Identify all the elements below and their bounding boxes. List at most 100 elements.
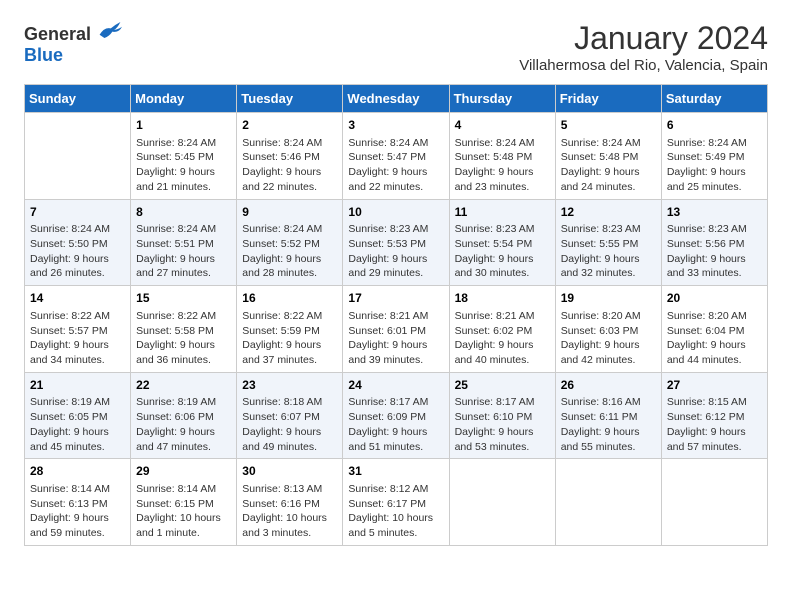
header-day-monday: Monday <box>131 85 237 113</box>
day-info: Sunrise: 8:19 AM Sunset: 6:05 PM Dayligh… <box>30 395 125 454</box>
day-info: Sunrise: 8:21 AM Sunset: 6:01 PM Dayligh… <box>348 309 443 368</box>
day-info: Sunrise: 8:20 AM Sunset: 6:03 PM Dayligh… <box>561 309 656 368</box>
calendar-cell <box>25 113 131 200</box>
day-number: 21 <box>30 377 125 394</box>
day-number: 14 <box>30 290 125 307</box>
calendar-cell: 2 Sunrise: 8:24 AM Sunset: 5:46 PM Daylig… <box>237 113 343 200</box>
week-row-5: 28 Sunrise: 8:14 AM Sunset: 6:13 PM Dayli… <box>25 459 768 546</box>
day-number: 15 <box>136 290 231 307</box>
day-info: Sunrise: 8:19 AM Sunset: 6:06 PM Dayligh… <box>136 395 231 454</box>
calendar-cell: 8Sunrise: 8:24 AM Sunset: 5:51 PM Daylig… <box>131 199 237 286</box>
day-info: Sunrise: 8:16 AM Sunset: 6:11 PM Dayligh… <box>561 395 656 454</box>
calendar-cell: 26Sunrise: 8:16 AM Sunset: 6:11 PM Dayli… <box>555 372 661 459</box>
day-number: 1 <box>136 117 231 134</box>
day-info: Sunrise: 8:15 AM Sunset: 6:12 PM Dayligh… <box>667 395 762 454</box>
calendar-cell: 16 Sunrise: 8:22 AM Sunset: 5:59 PM Dayli… <box>237 286 343 373</box>
calendar-cell: 12Sunrise: 8:23 AM Sunset: 5:55 PM Dayli… <box>555 199 661 286</box>
day-info: Sunrise: 8:14 AM Sunset: 6:13 PM Dayligh… <box>30 482 125 541</box>
day-info: Sunrise: 8:22 AM Sunset: 5:58 PM Dayligh… <box>136 309 231 368</box>
day-info: Sunrise: 8:24 AM Sunset: 5:49 PM Dayligh… <box>667 136 762 195</box>
day-info: Sunrise: 8:23 AM Sunset: 5:54 PM Dayligh… <box>455 222 550 281</box>
day-number: 10 <box>348 204 443 221</box>
header-row: SundayMondayTuesdayWednesdayThursdayFrid… <box>25 85 768 113</box>
calendar-cell: 25Sunrise: 8:17 AM Sunset: 6:10 PM Dayli… <box>449 372 555 459</box>
day-number: 2 <box>242 117 337 134</box>
header-day-friday: Friday <box>555 85 661 113</box>
day-number: 6 <box>667 117 762 134</box>
calendar-cell: 24Sunrise: 8:17 AM Sunset: 6:09 PM Dayli… <box>343 372 449 459</box>
day-number: 24 <box>348 377 443 394</box>
day-number: 16 <box>242 290 337 307</box>
week-row-2: 7Sunrise: 8:24 AM Sunset: 5:50 PM Daylig… <box>25 199 768 286</box>
day-info: Sunrise: 8:24 AM Sunset: 5:47 PM Dayligh… <box>348 136 443 195</box>
header-day-tuesday: Tuesday <box>237 85 343 113</box>
day-info: Sunrise: 8:14 AM Sunset: 6:15 PM Dayligh… <box>136 482 231 541</box>
day-info: Sunrise: 8:18 AM Sunset: 6:07 PM Dayligh… <box>242 395 337 454</box>
calendar-cell: 19 Sunrise: 8:20 AM Sunset: 6:03 PM Dayli… <box>555 286 661 373</box>
calendar-cell: 17 Sunrise: 8:21 AM Sunset: 6:01 PM Dayli… <box>343 286 449 373</box>
day-info: Sunrise: 8:23 AM Sunset: 5:55 PM Dayligh… <box>561 222 656 281</box>
calendar-cell: 21Sunrise: 8:19 AM Sunset: 6:05 PM Dayli… <box>25 372 131 459</box>
calendar-cell: 4 Sunrise: 8:24 AM Sunset: 5:48 PM Daylig… <box>449 113 555 200</box>
logo: General Blue <box>24 20 122 66</box>
day-number: 9 <box>242 204 337 221</box>
day-info: Sunrise: 8:24 AM Sunset: 5:46 PM Dayligh… <box>242 136 337 195</box>
day-info: Sunrise: 8:21 AM Sunset: 6:02 PM Dayligh… <box>455 309 550 368</box>
calendar-title: January 2024 <box>519 20 768 57</box>
week-row-4: 21Sunrise: 8:19 AM Sunset: 6:05 PM Dayli… <box>25 372 768 459</box>
day-number: 13 <box>667 204 762 221</box>
day-number: 28 <box>30 463 125 480</box>
calendar-cell: 11Sunrise: 8:23 AM Sunset: 5:54 PM Dayli… <box>449 199 555 286</box>
day-number: 17 <box>348 290 443 307</box>
day-info: Sunrise: 8:17 AM Sunset: 6:09 PM Dayligh… <box>348 395 443 454</box>
day-number: 22 <box>136 377 231 394</box>
day-number: 3 <box>348 117 443 134</box>
logo-blue: Blue <box>24 45 63 65</box>
logo-general: General <box>24 24 91 44</box>
day-number: 23 <box>242 377 337 394</box>
logo-bird-icon <box>98 20 122 40</box>
calendar-cell: 23Sunrise: 8:18 AM Sunset: 6:07 PM Dayli… <box>237 372 343 459</box>
calendar-cell: 27Sunrise: 8:15 AM Sunset: 6:12 PM Dayli… <box>661 372 767 459</box>
header-day-saturday: Saturday <box>661 85 767 113</box>
day-info: Sunrise: 8:24 AM Sunset: 5:52 PM Dayligh… <box>242 222 337 281</box>
calendar-cell: 3 Sunrise: 8:24 AM Sunset: 5:47 PM Daylig… <box>343 113 449 200</box>
calendar-cell: 13Sunrise: 8:23 AM Sunset: 5:56 PM Dayli… <box>661 199 767 286</box>
calendar-cell: 30Sunrise: 8:13 AM Sunset: 6:16 PM Dayli… <box>237 459 343 546</box>
calendar-cell: 10Sunrise: 8:23 AM Sunset: 5:53 PM Dayli… <box>343 199 449 286</box>
calendar-cell: 5Sunrise: 8:24 AM Sunset: 5:48 PM Daylig… <box>555 113 661 200</box>
day-info: Sunrise: 8:17 AM Sunset: 6:10 PM Dayligh… <box>455 395 550 454</box>
day-info: Sunrise: 8:20 AM Sunset: 6:04 PM Dayligh… <box>667 309 762 368</box>
calendar-cell: 9Sunrise: 8:24 AM Sunset: 5:52 PM Daylig… <box>237 199 343 286</box>
day-number: 11 <box>455 204 550 221</box>
day-info: Sunrise: 8:22 AM Sunset: 5:59 PM Dayligh… <box>242 309 337 368</box>
calendar-cell: 22Sunrise: 8:19 AM Sunset: 6:06 PM Dayli… <box>131 372 237 459</box>
day-number: 19 <box>561 290 656 307</box>
calendar-table: SundayMondayTuesdayWednesdayThursdayFrid… <box>24 84 768 546</box>
day-info: Sunrise: 8:24 AM Sunset: 5:45 PM Dayligh… <box>136 136 231 195</box>
week-row-1: 1 Sunrise: 8:24 AM Sunset: 5:45 PM Daylig… <box>25 113 768 200</box>
calendar-cell: 14Sunrise: 8:22 AM Sunset: 5:57 PM Dayli… <box>25 286 131 373</box>
calendar-cell: 31Sunrise: 8:12 AM Sunset: 6:17 PM Dayli… <box>343 459 449 546</box>
day-number: 25 <box>455 377 550 394</box>
week-row-3: 14Sunrise: 8:22 AM Sunset: 5:57 PM Dayli… <box>25 286 768 373</box>
day-number: 5 <box>561 117 656 134</box>
calendar-cell: 18Sunrise: 8:21 AM Sunset: 6:02 PM Dayli… <box>449 286 555 373</box>
header: General Blue January 2024 Villahermosa d… <box>24 20 768 74</box>
calendar-cell: 20 Sunrise: 8:20 AM Sunset: 6:04 PM Dayli… <box>661 286 767 373</box>
calendar-subtitle: Villahermosa del Rio, Valencia, Spain <box>519 57 768 74</box>
calendar-cell: 15 Sunrise: 8:22 AM Sunset: 5:58 PM Dayli… <box>131 286 237 373</box>
day-info: Sunrise: 8:23 AM Sunset: 5:56 PM Dayligh… <box>667 222 762 281</box>
day-info: Sunrise: 8:24 AM Sunset: 5:48 PM Dayligh… <box>455 136 550 195</box>
day-info: Sunrise: 8:24 AM Sunset: 5:50 PM Dayligh… <box>30 222 125 281</box>
day-number: 4 <box>455 117 550 134</box>
calendar-cell <box>661 459 767 546</box>
day-number: 20 <box>667 290 762 307</box>
day-number: 7 <box>30 204 125 221</box>
calendar-cell <box>555 459 661 546</box>
day-number: 29 <box>136 463 231 480</box>
day-number: 31 <box>348 463 443 480</box>
day-info: Sunrise: 8:24 AM Sunset: 5:51 PM Dayligh… <box>136 222 231 281</box>
header-day-wednesday: Wednesday <box>343 85 449 113</box>
calendar-cell: 28 Sunrise: 8:14 AM Sunset: 6:13 PM Dayli… <box>25 459 131 546</box>
